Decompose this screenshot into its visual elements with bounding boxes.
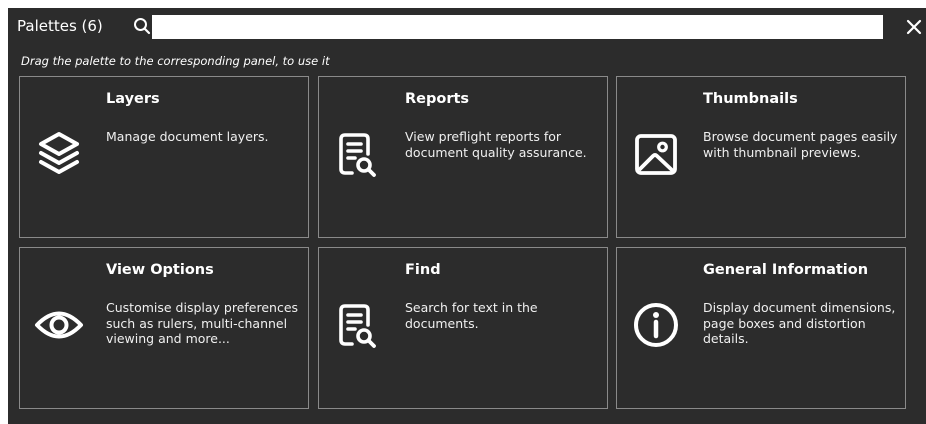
palette-description: Display document dimensions, page boxes … — [703, 300, 896, 346]
search-icon — [133, 17, 151, 35]
palette-description: View preflight reports for document qual… — [405, 129, 587, 160]
palette-description: Browse document pages easily with thumbn… — [703, 129, 898, 160]
document-search-icon — [333, 300, 383, 350]
palette-description: Manage document layers. — [106, 129, 269, 144]
palettes-title: Palettes (6) — [17, 17, 103, 35]
palette-title: View Options — [106, 262, 214, 278]
report-icon — [333, 129, 383, 179]
search-input[interactable] — [152, 15, 883, 39]
palette-title: Find — [405, 262, 441, 278]
palette-title: General Information — [703, 262, 869, 278]
palette-card-view-options[interactable]: View Options Customise display preferenc… — [19, 247, 309, 409]
image-icon — [631, 129, 681, 179]
close-icon[interactable] — [905, 18, 923, 36]
drag-hint: Drag the palette to the corresponding pa… — [21, 54, 330, 68]
palette-card-find[interactable]: Find Search for text in the documents. — [318, 247, 608, 409]
info-icon — [631, 300, 681, 350]
palettes-header: Palettes (6) — [8, 8, 926, 46]
palettes-window: Palettes (6) Drag the palette to the cor… — [8, 8, 926, 424]
palette-description: Search for text in the documents. — [405, 300, 538, 331]
layers-icon — [34, 129, 84, 179]
palette-card-layers[interactable]: Layers Manage document layers. — [19, 76, 309, 238]
palette-title: Thumbnails — [703, 91, 798, 107]
palette-card-general-information[interactable]: General Information Display document dim… — [616, 247, 906, 409]
palette-card-reports[interactable]: Reports View preflight reports for docum… — [318, 76, 608, 238]
eye-icon — [34, 300, 84, 350]
palette-card-thumbnails[interactable]: Thumbnails Browse document pages easily … — [616, 76, 906, 238]
palette-title: Reports — [405, 91, 470, 107]
palette-description: Customise display preferences such as ru… — [106, 300, 299, 346]
palette-title: Layers — [106, 91, 160, 107]
